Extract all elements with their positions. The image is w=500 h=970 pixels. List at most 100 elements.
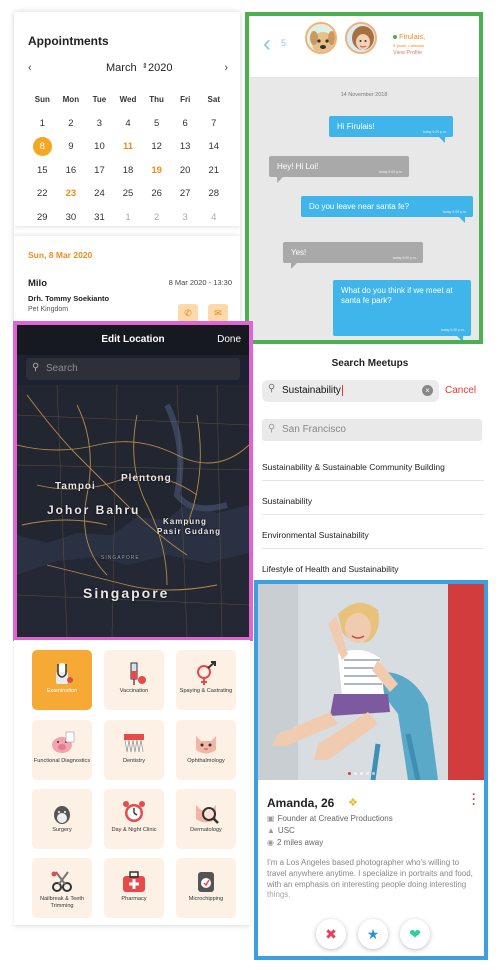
month-selector: ‹ March ⇕ 2020 › xyxy=(28,62,228,76)
cancel-button[interactable]: Cancel xyxy=(445,385,476,396)
weekday: Thu xyxy=(149,95,164,105)
clear-icon[interactable]: × xyxy=(422,385,433,396)
doctor-name: Drh. Tommy Soekianto xyxy=(28,294,110,303)
alarm-clock-icon xyxy=(123,801,145,822)
chevron-left-icon[interactable]: ‹ xyxy=(28,62,32,74)
calendar-day[interactable]: 19 xyxy=(142,165,171,176)
view-profile-link[interactable]: View Profile xyxy=(393,50,422,56)
calendar-day[interactable]: 2 xyxy=(142,212,171,223)
location-pin-icon: ⚲ xyxy=(268,423,276,434)
calendar-day[interactable]: 27 xyxy=(171,188,200,199)
stethoscope-icon xyxy=(56,663,73,684)
page-dot xyxy=(366,772,369,775)
service-tile[interactable]: Vaccination xyxy=(104,650,164,710)
contact-name: Firulais, xyxy=(393,32,425,41)
calendar-day[interactable]: 28 xyxy=(199,188,228,199)
message-bubble: Do you leave near santa fe? today 9:00 p… xyxy=(301,196,473,223)
service-label: Spaying & Castrating xyxy=(179,688,233,694)
map-search-input[interactable]: ⚲ Search xyxy=(26,358,240,380)
calendar-day[interactable]: 8 xyxy=(28,137,57,157)
map-view[interactable]: Tampoi Plentong Johor Bahru Kampung Pasi… xyxy=(17,384,249,637)
result-item[interactable]: Lifestyle of Health and Sustainability xyxy=(262,564,484,580)
service-tile[interactable]: Surgery xyxy=(32,789,92,849)
calendar-day[interactable]: 10 xyxy=(85,141,114,152)
heart-icon[interactable]: ❤ xyxy=(400,919,430,949)
service-tile[interactable]: Dentistry xyxy=(104,720,164,780)
calendar-day[interactable]: 13 xyxy=(171,141,200,152)
done-button[interactable]: Done xyxy=(217,334,241,345)
calendar-day[interactable]: 14 xyxy=(199,141,228,152)
calendar-day[interactable]: 17 xyxy=(85,165,114,176)
calendar-day-number: 18 xyxy=(122,164,134,176)
weekday: Sun xyxy=(34,95,50,105)
calendar-day-number: 4 xyxy=(211,211,217,223)
dog-avatar[interactable] xyxy=(305,22,337,54)
calendar-day[interactable]: 26 xyxy=(142,188,171,199)
result-item[interactable]: Environmental Sustainability xyxy=(262,530,484,549)
service-tile[interactable]: Nailbreak & Teeth Trimming xyxy=(32,858,92,918)
calendar-day[interactable]: 18 xyxy=(114,165,143,176)
mail-icon[interactable]: ✉ xyxy=(208,304,228,322)
profile-school-text: USC xyxy=(277,826,295,835)
sort-icon[interactable]: ⇕ xyxy=(142,62,148,70)
service-tile[interactable]: Ophthalmology xyxy=(176,720,236,780)
calendar-day[interactable]: 29 xyxy=(28,212,57,223)
result-item[interactable]: Sustainability & Sustainable Community B… xyxy=(262,462,484,481)
phone-icon[interactable]: ✆ xyxy=(178,304,198,322)
search-input[interactable]: ⚲ Sustainability × xyxy=(262,380,439,402)
calendar-day[interactable]: 16 xyxy=(57,165,86,176)
text-cursor xyxy=(341,385,343,396)
calendar-day[interactable]: 31 xyxy=(85,212,114,223)
service-tile[interactable]: Pharmacy xyxy=(104,858,164,918)
calendar-day[interactable]: 21 xyxy=(199,165,228,176)
service-tile[interactable]: Day & Night Clinic xyxy=(104,789,164,849)
result-item[interactable]: Sustainability xyxy=(262,496,484,515)
service-tile[interactable]: Spaying & Castrating xyxy=(176,650,236,710)
more-options-icon[interactable]: · · · xyxy=(472,788,476,810)
chevron-right-icon[interactable]: › xyxy=(224,62,228,74)
calendar-day[interactable]: 30 xyxy=(57,212,86,223)
back-arrow-icon[interactable]: ‹ xyxy=(263,30,271,58)
location-field[interactable]: ⚲ San Francisco xyxy=(262,419,482,441)
appointment-time: 8 Mar 2020 - 13:30 xyxy=(168,278,232,287)
service-tile[interactable]: Examination xyxy=(32,650,92,710)
calendar-day[interactable]: 1 xyxy=(114,212,143,223)
weekday: Fri xyxy=(180,95,191,105)
calendar-day-number: 5 xyxy=(153,117,160,129)
appointment-card[interactable]: Sun, 8 Mar 2020 Milo 8 Mar 2020 - 13:30 … xyxy=(14,236,240,324)
calendar-day[interactable]: 1 xyxy=(28,118,57,129)
calendar-day[interactable]: 6 xyxy=(171,118,200,129)
page-dot xyxy=(354,772,357,775)
calendar-day[interactable]: 3 xyxy=(85,118,114,129)
calendar-day[interactable]: 5 xyxy=(142,118,171,129)
calendar-day[interactable]: 7 xyxy=(199,118,228,129)
close-icon[interactable]: ✖ xyxy=(316,919,346,949)
year-value[interactable]: 2020 xyxy=(148,62,172,74)
search-placeholder: Search xyxy=(46,363,78,374)
chat-header: ‹ 5 Firulais, 5 years, Labrador View Pro… xyxy=(249,16,479,78)
calendar-day[interactable]: 9 xyxy=(57,141,86,152)
calendar-day[interactable]: 11 xyxy=(114,141,143,152)
calendar-day[interactable]: 15 xyxy=(28,165,57,176)
owner-avatar[interactable] xyxy=(345,22,377,54)
calendar-day[interactable]: 25 xyxy=(114,188,143,199)
calendar-day-number: 23 xyxy=(65,188,77,200)
profile-distance-text: 2 miles away xyxy=(276,838,324,847)
calendar-day[interactable]: 4 xyxy=(114,118,143,129)
service-tile[interactable]: Dermatology xyxy=(176,789,236,849)
profile-photo[interactable] xyxy=(258,584,484,780)
calendar-day[interactable]: 23 xyxy=(57,188,86,199)
calendar-day[interactable]: 20 xyxy=(171,165,200,176)
back-count: 5 xyxy=(281,38,287,48)
calendar-day-number: 16 xyxy=(65,164,77,176)
service-tile[interactable]: Microchipping xyxy=(176,858,236,918)
service-tile[interactable]: Functional Diagnostics xyxy=(32,720,92,780)
calendar-day[interactable]: 3 xyxy=(171,212,200,223)
month-name[interactable]: March xyxy=(106,62,137,74)
star-icon[interactable]: ★ xyxy=(358,919,388,949)
calendar-day[interactable]: 2 xyxy=(57,118,86,129)
calendar-day[interactable]: 4 xyxy=(199,212,228,223)
calendar-day[interactable]: 22 xyxy=(28,188,57,199)
calendar-day[interactable]: 12 xyxy=(142,141,171,152)
calendar-day[interactable]: 24 xyxy=(85,188,114,199)
